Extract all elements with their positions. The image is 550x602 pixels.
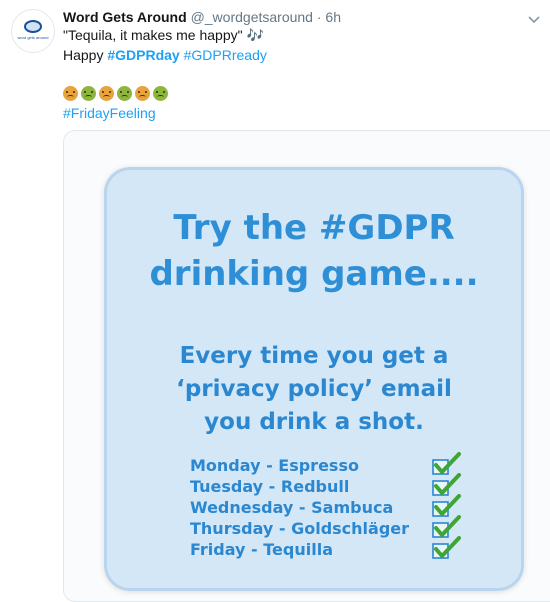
hashtag-gdprready[interactable]: #GDPRready [184,47,267,63]
gdpr-graphic: Try the #GDPR drinking game.... Every ti… [104,167,524,591]
tweet-text-line-1: "Tequila, it makes me happy" 🎶 [63,27,264,43]
nauseated-face-icon [81,85,96,101]
graphic-subtitle-line-3: you drink a shot. [204,409,424,435]
timestamp[interactable]: 6h [325,9,341,25]
graphic-title-line-2: drinking game.... [149,254,479,294]
nauseated-face-icon [99,85,114,101]
checkbox-checked-icon [432,536,461,559]
day-item-wednesday: Wednesday - Sambuca [190,498,394,517]
tweet-header: Word Gets Around @_wordgetsaround · 6h [63,8,341,26]
graphic-subtitle-line-1: Every time you get a [179,343,449,369]
tweet-image-card[interactable]: Try the #GDPR drinking game.... Every ti… [63,130,550,602]
avatar[interactable]: word gets around [11,9,55,53]
separator-dot: · [316,9,322,25]
hashtag-gdprday[interactable]: #GDPRday [107,47,179,63]
chevron-down-icon[interactable] [527,12,541,26]
day-item-thursday: Thursday - Goldschläger [190,519,410,538]
speech-bubble-logo-icon [24,20,42,33]
tweet-text-line-2: Happy #GDPRday #GDPRready [63,46,267,64]
nauseated-face-icon [63,85,78,101]
day-item-tuesday: Tuesday - Redbull [190,477,350,496]
emoji-row [63,83,171,101]
user-handle[interactable]: @_wordgetsaround [191,9,313,25]
display-name[interactable]: Word Gets Around [63,9,187,25]
tweet-text-prefix: Happy [63,47,108,63]
nauseated-face-icon [117,85,132,101]
hashtag-fridayfeeling[interactable]: #FridayFeeling [63,105,156,121]
tweet-text-line-4: #FridayFeeling [63,104,156,122]
nauseated-face-icon [135,85,150,101]
tweet: word gets around Word Gets Around @_word… [0,0,550,602]
graphic-subtitle-line-2: ‘privacy policy’ email [176,376,452,402]
nauseated-face-icon [153,85,168,101]
day-item-monday: Monday - Espresso [190,456,359,475]
graphic-title-line-1: Try the #GDPR [173,208,455,248]
day-item-friday: Friday - Tequilla [190,540,333,559]
avatar-label: word gets around [17,35,49,40]
